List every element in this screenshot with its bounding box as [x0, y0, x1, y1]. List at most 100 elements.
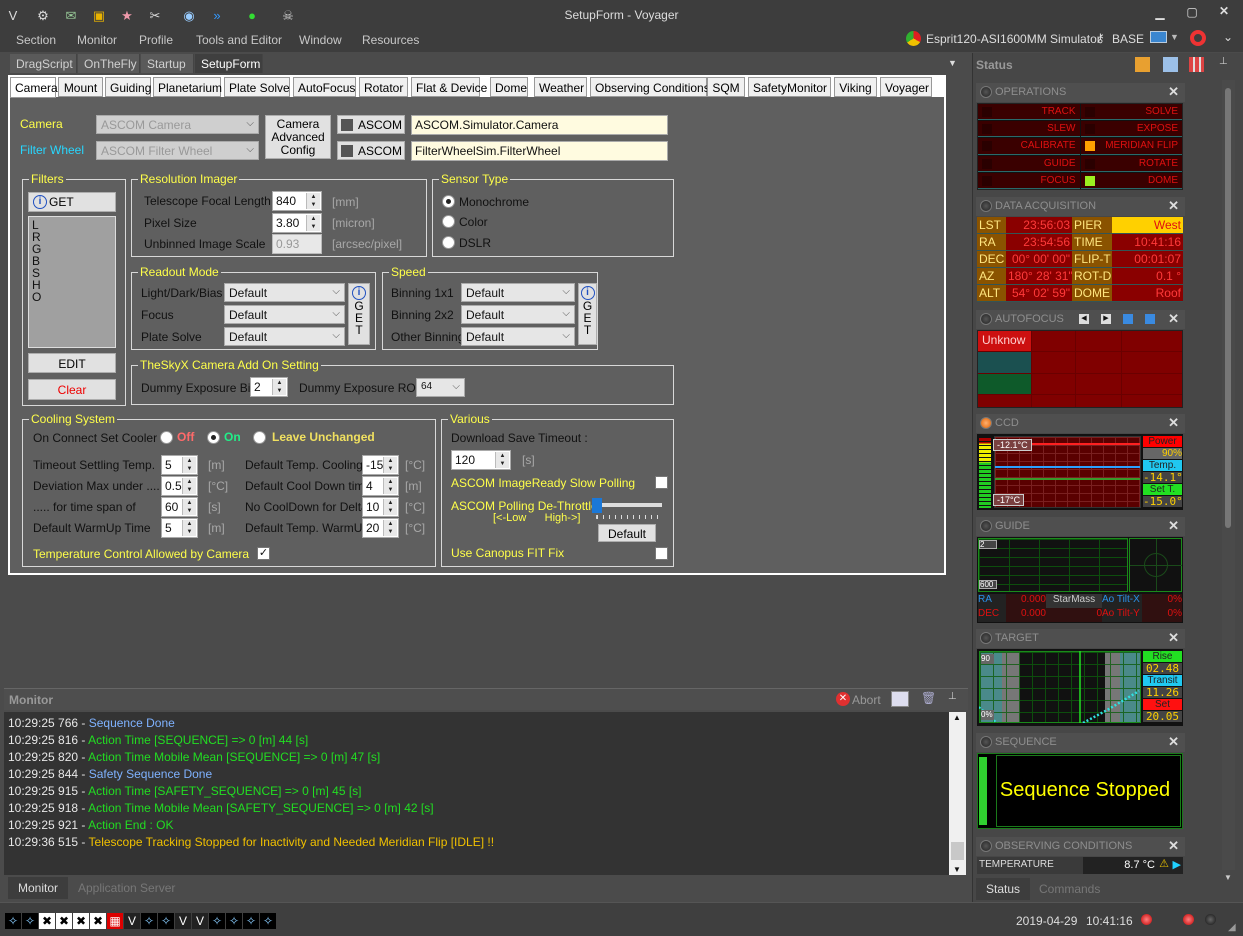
tab-weather[interactable]: Weather — [534, 77, 587, 97]
scroll-down-icon[interactable]: ▼ — [1224, 873, 1232, 882]
camera-advanced-config-button[interactable]: Camera Advanced Config — [265, 115, 331, 159]
voyager-icon[interactable]: V — [175, 913, 191, 929]
fast-forward-icon[interactable]: » — [209, 7, 225, 23]
tab-autofocus[interactable]: AutoFocus — [293, 77, 356, 97]
resize-grip-icon[interactable]: ◢ — [1228, 922, 1236, 933]
spinner-arrows[interactable]: ▲ ▼ — [182, 457, 196, 473]
tab-viking[interactable]: Viking — [834, 77, 877, 97]
maximize-button[interactable]: ▢ — [1184, 5, 1200, 19]
user-mode[interactable]: BASE — [1112, 32, 1144, 46]
expand-chevron-icon[interactable]: ⌄ — [1223, 30, 1233, 44]
spinner-arrows[interactable]: ▲ ▼ — [272, 379, 286, 395]
readout-get-button[interactable]: iGET — [348, 283, 370, 345]
close-icon[interactable]: ✕ — [1168, 734, 1179, 750]
window-settings-icon[interactable] — [1163, 57, 1178, 72]
dummy-roi-select[interactable]: 64 ⌵ — [416, 378, 465, 397]
chevron-down-icon[interactable]: ▼ — [1170, 32, 1179, 42]
filter-wheel-select[interactable]: ASCOM Filter Wheel ⌵ — [96, 141, 259, 160]
pin-icon[interactable]: ⊥ — [948, 691, 957, 702]
tab-sqm[interactable]: SQM — [707, 77, 745, 97]
tab-commands[interactable]: Commands — [1029, 878, 1110, 900]
download-timeout-input[interactable]: 120 ▲ ▼ — [451, 450, 511, 470]
sensor-color-radio[interactable] — [442, 215, 455, 228]
close-icon[interactable]: ✕ — [1168, 518, 1179, 534]
disconnected-icon[interactable]: ✖ — [90, 913, 106, 929]
cooling-setting-input[interactable]: 60 ▲ ▼ — [161, 497, 198, 517]
cooler-unchanged-radio[interactable] — [253, 431, 266, 444]
monitor-icon[interactable] — [1150, 31, 1167, 43]
star-chart-icon[interactable]: ✧ — [243, 913, 259, 929]
tab-voyager[interactable]: Voyager — [880, 77, 932, 97]
star-chart-icon[interactable]: ✧ — [141, 913, 157, 929]
tab-monitor[interactable]: Monitor — [8, 877, 69, 899]
scrollbar-thumb[interactable] — [1225, 88, 1231, 528]
dethrottle-slider-track[interactable] — [596, 503, 662, 507]
menu-profile[interactable]: Profile — [139, 33, 173, 47]
voyager-logo-icon[interactable]: V — [5, 7, 21, 23]
menu-monitor[interactable]: Monitor — [77, 33, 117, 47]
status-panel-scrollbar[interactable]: ▼ — [1222, 80, 1235, 882]
filter-item[interactable]: S — [32, 267, 112, 279]
abort-icon[interactable]: ✕ — [836, 692, 850, 706]
scroll-down-icon[interactable]: ▼ — [953, 865, 961, 874]
close-icon[interactable]: ✕ — [1168, 198, 1179, 214]
filters-edit-button[interactable]: EDIT — [28, 353, 116, 373]
star-chart-icon[interactable]: ✧ — [5, 913, 21, 929]
tab-application-server[interactable]: Application Server — [68, 877, 185, 899]
speed-get-button[interactable]: iGET — [578, 283, 597, 345]
spinner-arrows[interactable]: ▲ ▼ — [383, 478, 397, 494]
filters-get-button[interactable]: i GET — [28, 192, 116, 212]
menu-section[interactable]: Section — [16, 33, 56, 47]
error-icon[interactable]: ▦ — [107, 913, 123, 929]
filter-wheel-driver-field[interactable]: FilterWheelSim.FilterWheel — [411, 141, 668, 161]
filter-item[interactable]: G — [32, 243, 112, 255]
star-chart-icon[interactable]: ✧ — [260, 913, 276, 929]
tab-status[interactable]: Status — [976, 878, 1031, 900]
autofocus-top-icon[interactable] — [1145, 314, 1155, 324]
close-icon[interactable]: ✕ — [1168, 415, 1179, 431]
filter-item[interactable]: O — [32, 291, 112, 303]
close-icon[interactable]: ✕ — [1168, 838, 1179, 854]
tab-onthefly[interactable]: OnTheFly — [78, 54, 140, 73]
star-chart-icon[interactable]: ✧ — [209, 913, 225, 929]
tabs-dropdown-icon[interactable]: ▼ — [948, 58, 957, 68]
menu-tools-and-editor[interactable]: Tools and Editor — [196, 33, 282, 47]
dethrottle-slider-thumb[interactable] — [592, 498, 602, 513]
disconnected-icon[interactable]: ✖ — [73, 913, 89, 929]
cooler-off-radio[interactable] — [160, 431, 173, 444]
tools-icon[interactable]: ✂ — [147, 7, 163, 23]
cooling-setting-input[interactable]: -15 ▲ ▼ — [362, 455, 399, 475]
camera-select[interactable]: ASCOM Camera ⌵ — [96, 115, 259, 134]
spinner-arrows[interactable]: ▲ ▼ — [383, 499, 397, 515]
readout-mode-select[interactable]: Default ⌵ — [224, 327, 345, 346]
tab-guiding[interactable]: Guiding — [105, 77, 151, 97]
star-chart-icon[interactable]: ✧ — [226, 913, 242, 929]
tab-camera[interactable]: Camera — [10, 77, 58, 98]
tab-setupform[interactable]: SetupForm — [195, 54, 263, 73]
autofocus-next-icon[interactable]: ▶ — [1101, 314, 1111, 324]
tab-dome[interactable]: Dome — [490, 77, 528, 97]
scroll-up-icon[interactable]: ▲ — [953, 713, 961, 722]
canopus-checkbox[interactable] — [655, 547, 668, 560]
tab-mount[interactable]: Mount — [58, 77, 103, 97]
spinner-arrows[interactable]: ▲ ▼ — [383, 520, 397, 536]
tab-planetarium[interactable]: Planetarium — [153, 77, 222, 97]
binning-select[interactable]: Default ⌵ — [461, 305, 575, 324]
sensor-monochrome-radio[interactable] — [442, 195, 455, 208]
dummy-bin-input[interactable]: 2 ▲ ▼ — [250, 377, 288, 397]
menu-window[interactable]: Window — [299, 33, 342, 47]
pin-icon[interactable]: ⊥ — [1219, 56, 1228, 67]
disconnected-icon[interactable]: ✖ — [56, 913, 72, 929]
filter-item[interactable]: B — [32, 255, 112, 267]
trash-icon[interactable]: 🗑 — [921, 691, 936, 705]
camera-ascom-button[interactable]: ASCOM — [337, 115, 405, 134]
cooler-on-radio[interactable] — [207, 431, 220, 444]
dethrottle-default-button[interactable]: Default — [598, 524, 656, 542]
lifebuoy-icon[interactable] — [1190, 30, 1206, 46]
spinner-arrows[interactable]: ▲ ▼ — [182, 520, 196, 536]
tab-plate-solve[interactable]: Plate Solve — [224, 77, 290, 97]
inbox-icon[interactable]: ✉ — [63, 7, 79, 23]
tab-flat-device[interactable]: Flat & Device — [411, 77, 487, 97]
skull-icon[interactable]: ☠ — [280, 7, 296, 23]
profile-name[interactable]: Esprit120-ASI1600MM Simulator — [926, 32, 1101, 46]
